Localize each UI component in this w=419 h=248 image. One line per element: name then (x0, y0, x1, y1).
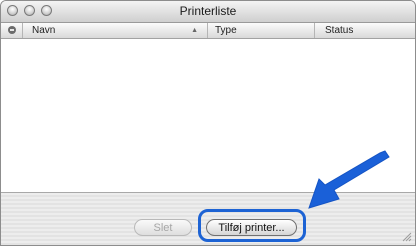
add-printer-highlight (198, 209, 306, 242)
column-header-status-label: Status (325, 25, 354, 36)
title-bar[interactable]: Printerliste (1, 1, 415, 23)
column-header-icon[interactable] (1, 23, 23, 38)
window-title: Printerliste (179, 4, 237, 18)
table-header: Navn ▲ Type Status (1, 23, 415, 39)
column-header-status[interactable]: Status (315, 23, 415, 38)
printer-list-window: Printerliste Navn ▲ Type Status Slet Til… (0, 0, 416, 246)
delete-button[interactable]: Slet (134, 219, 192, 236)
resize-grip-icon[interactable] (402, 232, 412, 242)
blue-arrow-icon (308, 150, 390, 209)
column-header-type-label: Type (215, 25, 237, 36)
printer-status-icon (7, 26, 16, 34)
column-header-name-label: Navn (32, 25, 56, 36)
sort-ascending-icon: ▲ (191, 27, 198, 34)
column-header-name[interactable]: Navn ▲ (23, 23, 208, 38)
column-header-type[interactable]: Type (208, 23, 315, 38)
